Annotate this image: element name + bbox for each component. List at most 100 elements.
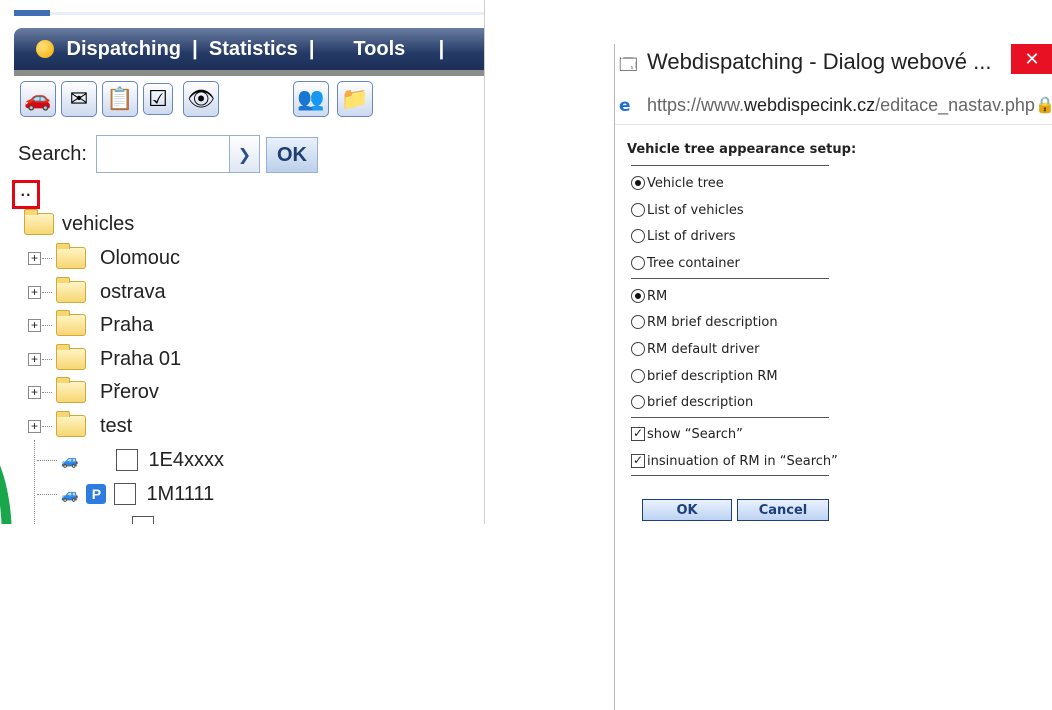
folder-icon (56, 310, 86, 336)
vehicle-checkbox[interactable] (132, 516, 154, 524)
menu-dispatching[interactable]: Dispatching (61, 38, 187, 61)
tree-folder[interactable]: + Praha (28, 310, 153, 340)
expand-icon[interactable]: + (28, 318, 41, 332)
radio-icon[interactable] (631, 289, 645, 303)
dialog-titlebar: 🗔 Webdispatching - Dialog webové ... ✕ (615, 44, 1052, 82)
search-ok-button[interactable]: OK (266, 137, 318, 173)
tree-folder[interactable]: + Olomouc (28, 243, 180, 273)
radio-icon[interactable] (631, 342, 645, 356)
settings-dialog: 🗔 Webdispatching - Dialog webové ... ✕ e… (614, 44, 1052, 710)
status-dot-icon (36, 40, 54, 58)
radio-brief-description[interactable]: brief description (631, 392, 753, 412)
vehicle-query-icon[interactable]: 🚗 (20, 81, 56, 117)
dialog-title: Webdispatching - Dialog webové ... (647, 49, 992, 74)
checkbox-icon[interactable]: ✓ (631, 454, 645, 468)
radio-icon[interactable] (631, 229, 645, 243)
option-label: brief description (647, 394, 754, 410)
radio-list-of-vehicles[interactable]: List of vehicles (631, 200, 744, 220)
lock-icon: 🔒 (1035, 95, 1052, 114)
radio-brief-description-rm[interactable]: brief description RM (631, 366, 778, 386)
vehicle-view-icon[interactable]: 👁 (183, 81, 219, 117)
vehicle-item[interactable]: 🚙 1E4xxxx (36, 445, 224, 475)
contacts-mail-icon[interactable]: 👥 (293, 81, 329, 117)
vehicle-label: 1M1111 (146, 482, 215, 505)
radio-icon[interactable] (631, 256, 645, 270)
tree-folder-label: Olomouc (100, 246, 181, 269)
tree-connector (42, 324, 52, 326)
checkbox-icon[interactable]: ✓ (631, 427, 645, 441)
car-icon: 🚙 (61, 485, 79, 502)
option-label: brief description RM (647, 368, 778, 384)
url-text: https://www.webdispecink.cz/editace_nast… (647, 95, 1035, 116)
radio-vehicle-tree[interactable]: Vehicle tree (631, 173, 724, 193)
vehicle-mail-icon[interactable]: ✉ (61, 81, 97, 117)
expand-icon[interactable]: + (28, 251, 41, 265)
tree-folder[interactable]: + test (28, 411, 132, 441)
expand-icon[interactable]: + (28, 285, 41, 299)
vehicle-label: 1E4xxxx (148, 448, 225, 471)
option-label: List of vehicles (647, 202, 744, 218)
radio-icon[interactable] (631, 203, 645, 217)
car-icon: 🚙 (61, 451, 79, 468)
menu-separator: | (303, 37, 354, 60)
active-tab-marker (14, 10, 50, 16)
close-button[interactable]: ✕ (1011, 44, 1052, 74)
radio-rm-brief-description[interactable]: RM brief description (631, 312, 778, 332)
radio-icon[interactable] (631, 176, 645, 190)
setup-heading: Vehicle tree appearance setup: (627, 142, 857, 157)
search-input[interactable] (96, 135, 230, 173)
vehicle-checkbox[interactable] (116, 449, 139, 471)
tree-folder-label: test (100, 414, 133, 437)
option-label: RM (647, 288, 668, 304)
divider (631, 278, 829, 279)
checkbox-show-search[interactable]: ✓ show “Search” (631, 424, 743, 444)
radio-icon[interactable] (631, 369, 645, 383)
tree-folder[interactable]: + Praha 01 (28, 344, 181, 374)
tree-folder[interactable]: + Přerov (28, 377, 159, 407)
radio-icon[interactable] (631, 315, 645, 329)
vehicle-item[interactable]: 🚙 P 1M1111 (36, 479, 214, 509)
divider (631, 417, 829, 418)
option-label: insinuation of RM in “Search” (647, 453, 838, 469)
tree-folder[interactable]: + ostrava (28, 277, 166, 307)
folder-icon (56, 243, 86, 269)
folder-icon (56, 411, 86, 437)
radio-icon[interactable] (631, 395, 645, 409)
url-path: /editace_nastav.php (875, 95, 1035, 115)
expand-icon[interactable]: + (28, 385, 41, 399)
checklist-icon[interactable]: ☑ (143, 83, 173, 115)
url-prefix: https://www. (647, 95, 745, 115)
collapse-all-button[interactable]: ·· (12, 180, 40, 209)
web-dialog-icon: 🗔 (619, 55, 638, 75)
expand-icon[interactable]: + (28, 352, 41, 366)
expand-icon[interactable]: + (28, 419, 41, 433)
tree-connector (42, 257, 52, 259)
folder-icon (56, 277, 86, 303)
radio-rm-default-driver[interactable]: RM default driver (631, 339, 760, 359)
new-folder-icon[interactable]: 📁 (337, 81, 373, 117)
folder-icon (56, 344, 86, 370)
tree-connector (42, 425, 52, 427)
radio-list-of-drivers[interactable]: List of drivers (631, 226, 736, 246)
folder-icon (24, 209, 54, 235)
checkbox-insinuation[interactable]: ✓ insinuation of RM in “Search” (631, 451, 838, 471)
tree-folder-label: Přerov (100, 380, 159, 403)
radio-tree-container[interactable]: Tree container (631, 253, 740, 273)
cancel-button[interactable]: Cancel (737, 499, 829, 521)
tree-folder-label: Praha (100, 313, 154, 336)
vehicle-list-icon[interactable]: 📋 (102, 81, 138, 117)
menu-tools[interactable]: Tools (353, 38, 405, 61)
menu-separator: | (186, 37, 204, 60)
radio-rm[interactable]: RM (631, 286, 667, 306)
ie-browser-icon: e (619, 96, 631, 116)
option-label: Vehicle tree (647, 175, 724, 191)
option-label: List of drivers (647, 228, 736, 244)
ok-button[interactable]: OK (642, 499, 732, 521)
menu-statistics[interactable]: Statistics (203, 38, 303, 61)
vehicle-checkbox[interactable] (114, 483, 137, 505)
option-label: RM brief description (647, 314, 778, 330)
divider (631, 475, 829, 476)
url-domain: webdispecink.cz (744, 95, 876, 115)
chevron-down-icon[interactable]: ❯ (230, 135, 260, 173)
tree-root[interactable]: vehicles (24, 209, 134, 239)
